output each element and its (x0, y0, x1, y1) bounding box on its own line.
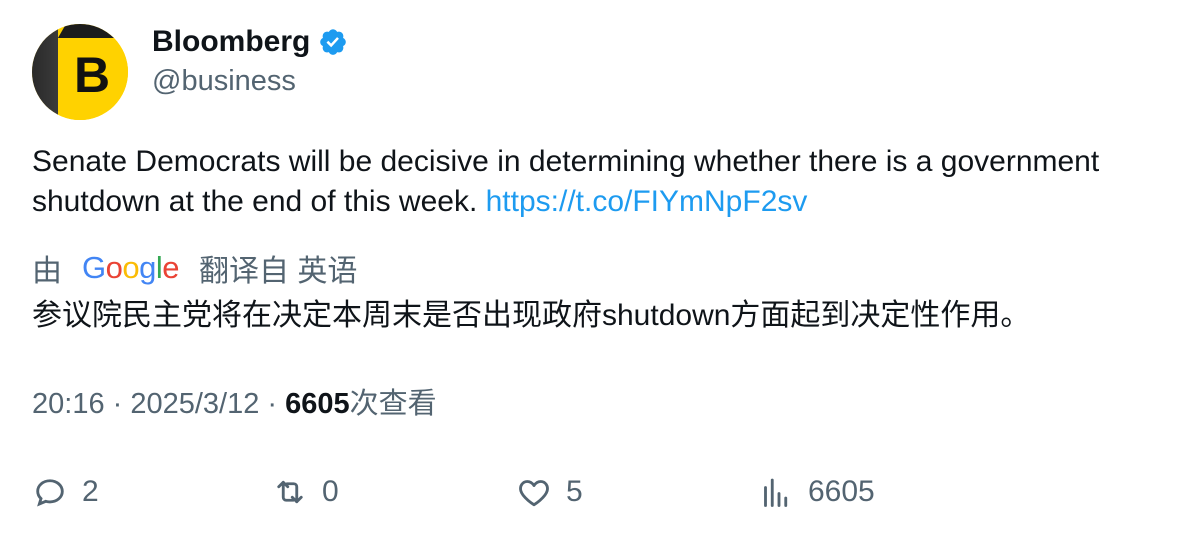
views-button[interactable]: 6605 (758, 470, 875, 514)
translated-by-label: 由 (32, 255, 62, 288)
verified-badge-icon (320, 29, 347, 55)
retweet-button[interactable]: 0 (272, 470, 339, 514)
meta-separator: · (104, 388, 131, 420)
like-button[interactable]: 5 (516, 470, 583, 514)
google-logo: Google (82, 250, 180, 285)
avatar[interactable]: B (32, 24, 128, 120)
tweet-text: Senate Democrats will be decisive in det… (32, 142, 1152, 222)
author-name-row[interactable]: Bloomberg (152, 24, 348, 60)
tweet-time[interactable]: 20:16 (32, 388, 105, 420)
views-chart-icon (764, 478, 788, 507)
translation-attribution: 由 Google 翻译自 英语 (32, 248, 357, 288)
views-label: 次查看 (349, 388, 437, 420)
translated-text: 参议院民主党将在决定本周末是否出现政府shutdown方面起到决定性作用。 (32, 299, 1031, 332)
reply-count: 2 (82, 475, 99, 508)
tweet-meta: 20:16 · 2025/3/12 · 6605次查看 (32, 384, 437, 424)
tweet-date[interactable]: 2025/3/12 (130, 388, 259, 420)
tweet-link[interactable]: https://t.co/FIYmNpF2sv (486, 185, 808, 218)
translated-from-label: 翻译自 英语 (199, 255, 358, 288)
author-name[interactable]: Bloomberg (152, 24, 310, 60)
author-handle[interactable]: @business (152, 64, 296, 98)
reply-button[interactable]: 2 (32, 470, 99, 514)
retweet-icon (277, 480, 303, 504)
retweet-count: 0 (322, 475, 339, 508)
like-count: 5 (566, 475, 583, 508)
views-count-action: 6605 (808, 475, 875, 508)
views-count: 6605 (285, 388, 350, 420)
action-bar: 2 0 5 6605 (0, 470, 1196, 514)
avatar-letter: B (73, 47, 111, 103)
meta-separator: · (259, 388, 286, 420)
heart-icon (519, 480, 549, 507)
reply-icon (36, 479, 64, 507)
avatar-shade (32, 24, 58, 120)
